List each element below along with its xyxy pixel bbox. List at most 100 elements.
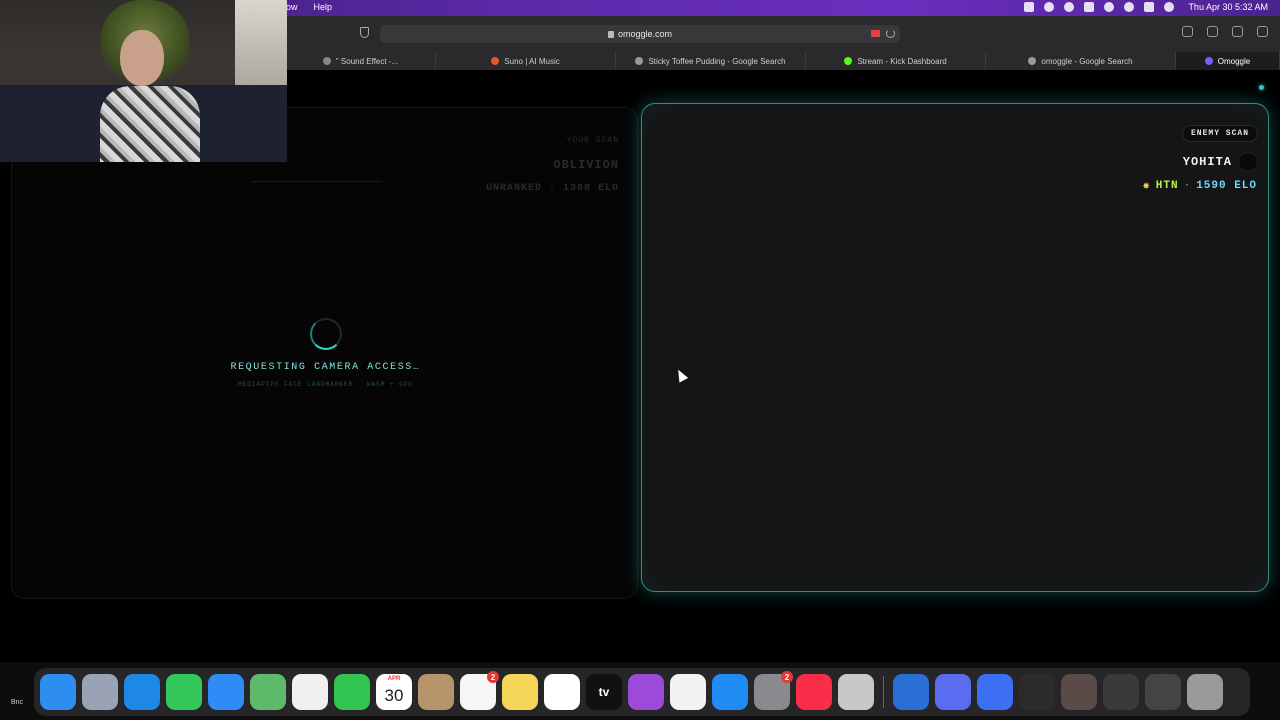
dock-app-store-icon[interactable] [712,674,748,710]
play-icon[interactable] [1104,2,1115,12]
tab-sticky-toffee[interactable]: Sticky Toffee Pudding - Google Search [616,52,806,70]
dock-system-settings-icon[interactable]: 2 [754,671,793,710]
tab-label: Sticky Toffee Pudding - Google Search [648,56,786,66]
tab-omoggle[interactable]: Omoggle [1176,52,1280,70]
dock-obs-studio-icon[interactable] [1019,674,1055,710]
your-scan-label: YOUR SCAN [566,136,619,145]
tab-strip: " Sound Effect -... Suno | AI Music Stic… [286,52,1280,70]
tab-label: Stream - Kick Dashboard [857,56,947,66]
dock-contacts-icon[interactable] [418,674,454,710]
tab-favicon [844,57,853,65]
tab-label: " Sound Effect -... [335,56,399,66]
webcam-overlay [0,0,287,162]
download-icon[interactable] [1182,26,1193,37]
notification-badge: 2 [781,671,793,683]
new-tab-icon[interactable] [1232,26,1243,37]
enemy-name: YOHITA [1182,155,1232,169]
your-rank: UNRANKED · 1368 ELO [485,183,619,194]
screen-record-icon[interactable] [1044,2,1055,12]
enemy-avatar [1238,152,1258,172]
volume-icon[interactable] [1084,2,1095,12]
webcam-person-head [120,30,164,86]
enemy-identity: YOHITA [1183,152,1258,172]
lock-icon [607,30,614,38]
dock-arc-browser-icon[interactable] [935,674,971,710]
address-bar[interactable]: omoggle.com [380,25,900,43]
tab-sound-effect[interactable]: " Sound Effect -... [286,52,436,70]
connection-status-dot [1259,85,1264,90]
reload-icon[interactable] [886,29,895,38]
shield-icon[interactable] [360,27,369,38]
dock-compressor-icon[interactable] [838,674,874,710]
tab-favicon [322,57,331,65]
enemy-elo: 1590 ELO [1196,179,1257,192]
tab-suno[interactable]: Suno | AI Music [436,52,616,70]
tab-favicon [1204,57,1213,65]
camera-icon[interactable] [1024,2,1035,12]
dock-recent-window-2-icon[interactable] [1103,674,1139,710]
dock-app-label: tv [598,685,610,699]
dock-recent-window-1-icon[interactable] [1061,674,1097,710]
tab-kick-dashboard[interactable]: Stream - Kick Dashboard [806,52,986,70]
toolbar-actions [1182,26,1268,37]
notification-badge: 2 [487,671,499,683]
dock-notes-icon[interactable] [502,674,538,710]
menu-help[interactable]: Help [314,2,333,12]
camera-request-status: REQUESTING CAMERA ACCESS… [230,362,421,373]
your-scan-panel: YOUR SCAN OBLIVION UNRANKED · 1368 ELO R… [11,107,638,599]
dock-podcasts-icon[interactable] [628,674,664,710]
dock: APR 30 2 tv 2 [34,668,1250,716]
enemy-scan-panel: ENEMY SCAN YOHITA ✸ HTN · 1590 ELO [641,103,1269,592]
dock-divider [883,676,884,708]
star-icon: ✸ [1142,179,1151,193]
divider [252,181,382,182]
your-name: OBLIVION [553,158,619,172]
dock-freeform-icon[interactable] [544,674,580,710]
tab-favicon [635,57,644,65]
loading-spinner [310,318,342,350]
dock-news-icon[interactable] [670,674,706,710]
calendar-day: 30 [384,686,404,705]
dock-music-icon[interactable] [796,674,832,710]
enemy-country: HTN [1155,179,1179,192]
dock-quicktime-icon[interactable] [893,674,929,710]
dock-safari-icon[interactable] [124,674,160,710]
siri-icon[interactable] [1164,2,1175,12]
dock-nordvpn-icon[interactable] [977,674,1013,710]
calendar-month: APR [387,676,401,682]
dock-facetime-icon[interactable] [334,674,370,710]
dock-finder-icon[interactable] [40,674,76,710]
tab-label: Omoggle [1217,56,1251,66]
tab-omoggle-search[interactable]: omoggle - Google Search [986,52,1176,70]
dock-launchpad-icon[interactable] [82,674,118,710]
dock-calendar-icon[interactable]: APR 30 [376,674,412,710]
dock-trash-icon[interactable] [1187,674,1223,710]
enemy-stats: ✸ HTN · 1590 ELO [1143,178,1257,193]
dock-mail-icon[interactable] [208,674,244,710]
wifi-icon[interactable] [1064,2,1075,12]
app-menus: ow Help [286,2,332,12]
tab-favicon [491,57,500,65]
webcam-person-body [100,86,200,162]
url-text: omoggle.com [617,29,673,39]
tab-overview-icon[interactable] [1257,26,1268,37]
stats-separator: · [1183,179,1192,192]
control-center-icon[interactable] [1144,2,1155,12]
engine-info: MEDIAPIPE FACE LANDMARKER · WASM + GPU [238,381,413,388]
search-icon[interactable] [1124,2,1135,12]
corner-label: Bnc [11,699,24,706]
dock-reminders-icon[interactable]: 2 [460,671,499,710]
dock-photos-icon[interactable] [292,674,328,710]
dock-apple-tv-icon[interactable]: tv [586,674,622,710]
camera-in-use-icon[interactable] [871,30,880,37]
share-icon[interactable] [1207,26,1218,37]
dock-messages-icon[interactable] [166,674,202,710]
tab-favicon [1028,57,1037,65]
tab-label: omoggle - Google Search [1041,56,1133,66]
menu-window[interactable]: ow [286,2,298,12]
enemy-scan-badge: ENEMY SCAN [1181,125,1258,142]
dock-maps-icon[interactable] [250,674,286,710]
status-area: Thu Apr 30 5:32 AM [1024,2,1268,12]
menu-clock[interactable]: Thu Apr 30 5:32 AM [1188,2,1268,12]
dock-recent-window-3-icon[interactable] [1145,674,1181,710]
